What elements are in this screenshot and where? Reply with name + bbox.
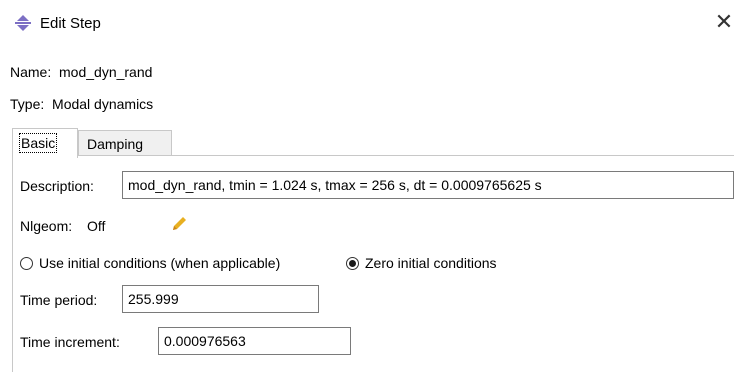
nlgeom-value: Off — [87, 218, 106, 234]
pencil-icon[interactable] — [170, 215, 188, 233]
step-name-row: Name: mod_dyn_rand — [10, 64, 152, 80]
description-label: Description: — [20, 178, 94, 194]
step-diamond-icon — [14, 14, 32, 32]
tab-damping[interactable]: Damping — [78, 130, 172, 156]
time-increment-label: Time increment: — [20, 334, 120, 350]
use-initial-conditions-radio[interactable] — [20, 257, 33, 270]
time-period-input[interactable] — [122, 285, 319, 313]
tab-basic-label: Basic — [18, 133, 58, 153]
step-name-value: mod_dyn_rand — [59, 64, 153, 80]
dialog-title: Edit Step — [40, 15, 101, 32]
use-initial-conditions-label[interactable]: Use initial conditions (when applicable) — [39, 255, 280, 271]
tab-damping-label: Damping — [87, 136, 144, 152]
zero-initial-conditions-radio[interactable] — [346, 257, 359, 270]
zero-initial-conditions-label[interactable]: Zero initial conditions — [365, 255, 497, 271]
close-button[interactable]: ✕ — [712, 8, 734, 36]
step-type-row: Type: Modal dynamics — [10, 96, 153, 112]
step-name-label: Name: — [10, 64, 52, 80]
time-increment-input[interactable] — [158, 327, 351, 355]
nlgeom-label: Nlgeom: — [20, 218, 73, 234]
step-type-value: Modal dynamics — [52, 96, 154, 112]
step-type-label: Type: — [10, 96, 45, 112]
time-period-label: Time period: — [20, 292, 98, 308]
description-input[interactable] — [122, 171, 734, 199]
tab-basic[interactable]: Basic — [12, 128, 78, 158]
